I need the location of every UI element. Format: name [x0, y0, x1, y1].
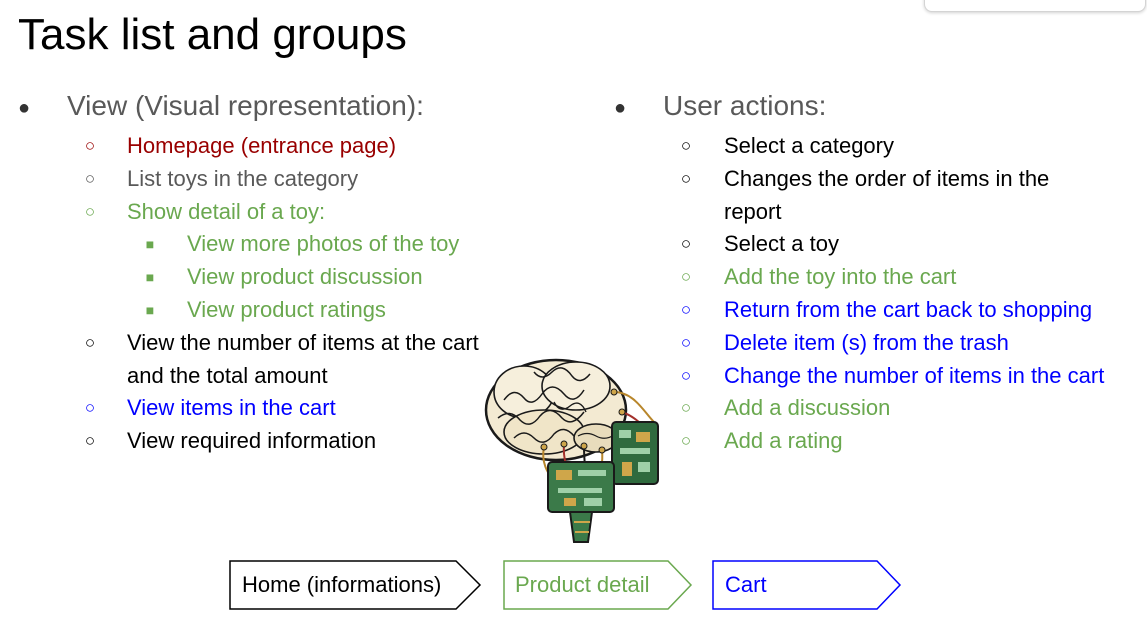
bullet-icon: ●: [18, 97, 31, 119]
action-return-shopping: ○ Return from the cart back to shopping: [614, 294, 1144, 327]
sub-item-ratings: ■ View product ratings: [18, 294, 538, 327]
product-detail-chevron: Product detail: [503, 560, 693, 610]
list-item-text: Return from the cart back to shopping: [724, 296, 1093, 322]
list-item-homepage: ○ Homepage (entrance page): [18, 130, 538, 163]
list-item-text: View product discussion: [187, 264, 423, 290]
list-item-text: Add the toy into the cart: [724, 264, 957, 290]
slide-title: Task list and groups: [18, 10, 407, 59]
action-delete-items: ○ Delete item (s) from the trash: [614, 327, 1144, 360]
list-item-text: Homepage (entrance page): [127, 133, 397, 158]
sub-item-discussion: ■ View product discussion: [18, 261, 538, 294]
hollow-circle-icon: ○: [84, 332, 96, 352]
view-column: ● View (Visual representation): ○ Homepa…: [18, 90, 538, 458]
list-item-text: Delete item (s) from the trash: [724, 329, 1009, 355]
list-item-text: Show detail of a toy:: [127, 198, 326, 224]
filled-square-icon: ■: [145, 236, 155, 253]
list-item-text: Add a rating: [724, 428, 843, 454]
actions-heading-text: User actions:: [663, 90, 827, 121]
filled-square-icon: ■: [145, 269, 155, 286]
action-add-discussion: ○ Add a discussion: [614, 392, 1144, 425]
list-item-text: List toys in the category: [127, 165, 359, 191]
view-heading: ● View (Visual representation):: [18, 90, 538, 130]
action-select-category: ○ Select a category: [614, 130, 1144, 163]
bullet-icon: ●: [614, 97, 627, 119]
hollow-circle-icon: ○: [680, 299, 692, 319]
list-item-text-continued: and the total amount: [127, 362, 328, 388]
list-item-text: Select a toy: [724, 231, 839, 257]
list-item-text: View product ratings: [187, 296, 386, 322]
hollow-circle-icon: ○: [84, 201, 96, 221]
list-item-required-info: ○ View required information: [18, 425, 538, 458]
cart-chevron: Cart: [712, 560, 902, 610]
hollow-circle-icon: ○: [680, 267, 692, 287]
list-item-text: Select a category: [724, 133, 894, 158]
action-change-order: ○ Changes the order of items in the repo…: [614, 163, 1144, 229]
list-item-text: View items in the cart: [127, 395, 336, 421]
home-chevron-label: Home (informations): [242, 572, 441, 597]
hollow-circle-icon: ○: [84, 136, 96, 155]
hollow-circle-icon: ○: [84, 168, 96, 188]
list-item-list-toys: ○ List toys in the category: [18, 163, 538, 196]
hollow-circle-icon: ○: [680, 234, 692, 254]
action-select-toy: ○ Select a toy: [614, 228, 1144, 261]
hollow-circle-icon: ○: [680, 365, 692, 385]
actions-heading: ● User actions:: [614, 90, 1144, 130]
cyber-brain-illustration: [484, 358, 659, 543]
list-item-text: Change the number of items in the cart: [724, 362, 1105, 388]
hollow-circle-icon: ○: [84, 398, 96, 418]
filled-square-icon: ■: [145, 301, 155, 318]
cart-chevron-label: Cart: [725, 572, 767, 597]
action-add-rating: ○ Add a rating: [614, 425, 1144, 458]
product-detail-chevron-label: Product detail: [515, 572, 650, 597]
sub-item-more-photos: ■ View more photos of the toy: [18, 228, 538, 261]
list-item-text: View more photos of the toy: [187, 231, 460, 257]
actions-column: ● User actions: ○ Select a category ○ Ch…: [614, 90, 1144, 458]
action-add-to-cart: ○ Add the toy into the cart: [614, 261, 1144, 294]
list-item-cart-count: ○ View the number of items at the cart a…: [18, 327, 538, 393]
hollow-circle-icon: ○: [680, 136, 692, 155]
list-item-text: Changes the order of items in the: [724, 165, 1050, 191]
hollow-circle-icon: ○: [680, 431, 692, 451]
view-heading-text: View (Visual representation):: [67, 90, 424, 121]
hollow-circle-icon: ○: [680, 332, 692, 352]
home-chevron: Home (informations): [229, 560, 482, 610]
corner-tab: [924, 0, 1146, 12]
action-change-quantity: ○ Change the number of items in the cart: [614, 360, 1144, 393]
list-item-text: View the number of items at the cart: [127, 329, 479, 355]
hollow-circle-icon: ○: [680, 398, 692, 418]
list-item-text-continued: report: [724, 198, 782, 224]
hollow-circle-icon: ○: [680, 168, 692, 188]
hollow-circle-icon: ○: [84, 431, 96, 451]
list-item-text: Add a discussion: [724, 395, 891, 421]
list-item-text: View required information: [127, 428, 377, 454]
list-item-view-cart: ○ View items in the cart: [18, 392, 538, 425]
list-item-toy-detail: ○ Show detail of a toy:: [18, 196, 538, 229]
